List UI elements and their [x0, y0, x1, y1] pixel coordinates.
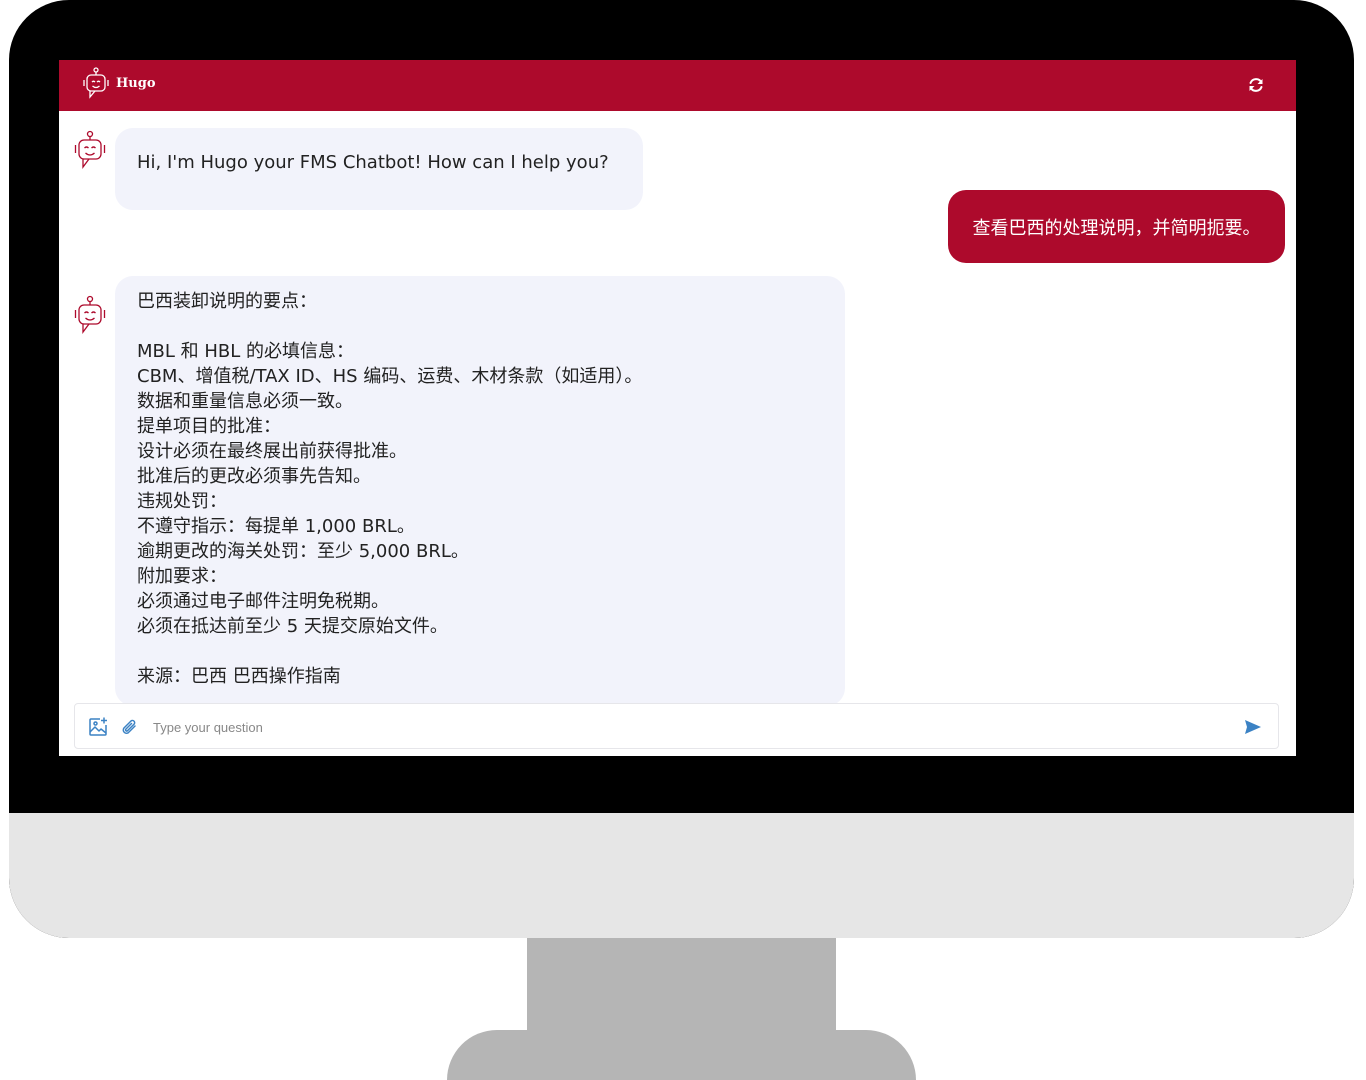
message-input-bar	[74, 703, 1279, 749]
answer-line: 提单项目的批准：	[137, 416, 281, 437]
answer-line: 违规处罚：	[137, 491, 227, 512]
monitor-stand-base	[447, 1030, 916, 1080]
answer-line: 来源：巴西 巴西操作指南	[137, 666, 341, 687]
answer-line: 批准后的更改必须事先告知。	[137, 466, 371, 487]
user-message: 查看巴西的处理说明，并简明扼要。	[948, 190, 1285, 263]
answer-line: 数据和重量信息必须一致。	[137, 391, 353, 412]
monitor-chin	[9, 813, 1354, 938]
answer-line: 不遵守指示：每提单 1,000 BRL。	[137, 516, 415, 537]
answer-line	[137, 314, 845, 339]
bot-message-answer: 巴西装卸说明的要点： MBL 和 HBL 的必填信息： CBM、增值税/TAX …	[115, 276, 845, 706]
user-message-text: 查看巴西的处理说明，并简明扼要。	[972, 217, 1261, 239]
robot-icon	[83, 67, 109, 99]
answer-line: 设计必须在最终展出前获得批准。	[137, 441, 407, 462]
answer-line: 附加要求：	[137, 566, 227, 587]
answer-line: CBM、增值税/TAX ID、HS 编码、运费、木材条款（如适用）。	[137, 366, 643, 387]
answer-line: 逾期更改的海关处罚：至少 5,000 BRL。	[137, 541, 469, 562]
refresh-icon[interactable]	[1246, 75, 1266, 95]
answer-line: MBL 和 HBL 的必填信息：	[137, 341, 354, 362]
chat-header: Hugo	[59, 60, 1296, 111]
answer-line: 巴西装卸说明的要点：	[137, 291, 317, 312]
send-icon[interactable]	[1242, 716, 1264, 738]
answer-line: 必须通过电子邮件注明免税期。	[137, 591, 389, 612]
answer-line: 必须在抵达前至少 5 天提交原始文件。	[137, 616, 448, 637]
paperclip-icon[interactable]	[119, 716, 141, 738]
bot-message-greeting: Hi, I'm Hugo your FMS Chatbot! How can I…	[115, 128, 643, 210]
answer-line	[137, 639, 845, 664]
bot-avatar-icon	[74, 295, 106, 334]
message-input[interactable]	[151, 716, 1235, 738]
chat-title: Hugo	[116, 76, 156, 91]
chat-window: Hugo Hi, I'm Hugo your FMS Chatbot! How …	[59, 60, 1296, 756]
image-add-icon[interactable]	[87, 716, 109, 738]
greeting-text: Hi, I'm Hugo your FMS Chatbot! How can I…	[137, 152, 609, 173]
bot-avatar-icon	[74, 130, 106, 169]
